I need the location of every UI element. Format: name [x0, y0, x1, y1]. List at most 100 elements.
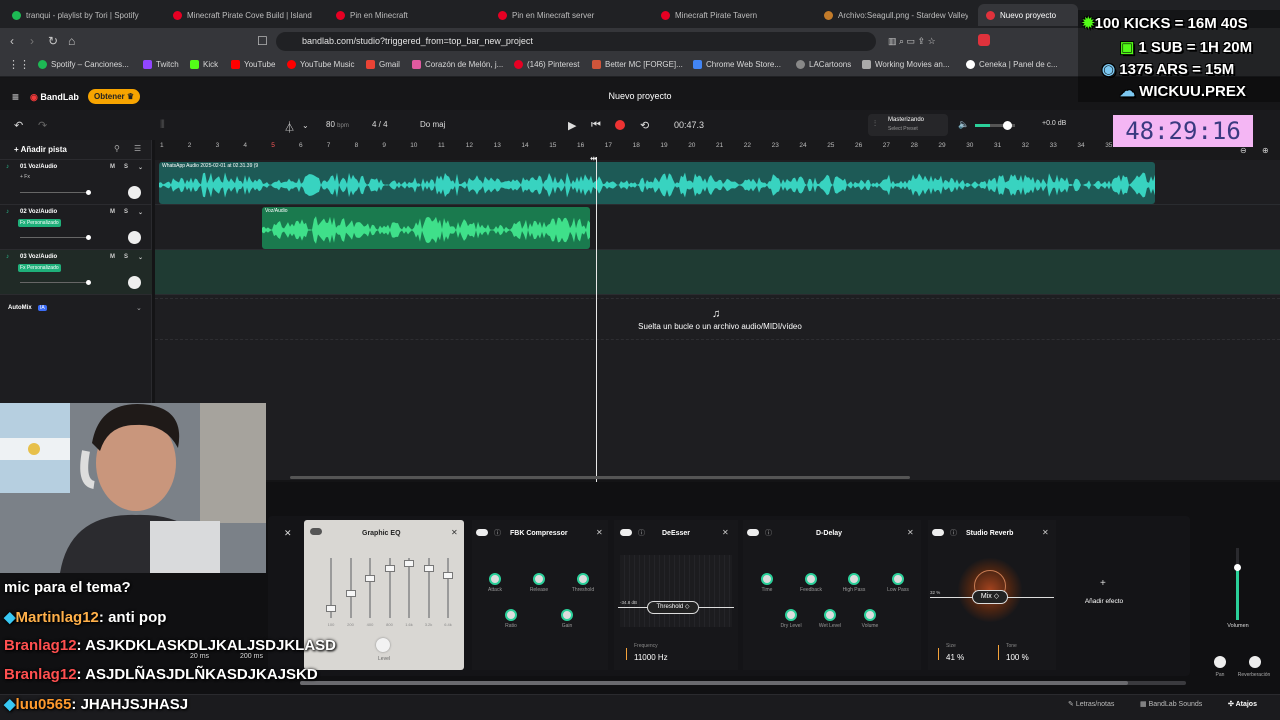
slider-knob[interactable] [86, 190, 91, 195]
close-icon[interactable]: ✕ [907, 528, 914, 537]
playhead-handle-icon[interactable]: ⇹ [590, 154, 597, 163]
delay-knob[interactable] [892, 573, 904, 585]
audio-clip[interactable]: WhatsApp Audio 2025-02-01 at 02.31.39 (9 [159, 162, 1155, 204]
forward-icon[interactable]: › [30, 34, 34, 48]
pan-knob[interactable] [128, 231, 141, 244]
bookmark-item[interactable]: Twitch [143, 60, 179, 69]
compressor-knob[interactable] [533, 573, 545, 585]
close-icon[interactable]: ✕ [451, 528, 458, 537]
delay-knob[interactable] [785, 609, 797, 621]
track-volume-slider[interactable] [20, 192, 88, 193]
bookmark-item[interactable]: Chrome Web Store... [693, 60, 781, 69]
loop-button[interactable]: ⟲ [640, 119, 649, 132]
reverb-send-knob[interactable] [1249, 656, 1261, 668]
volume-meter[interactable] [1234, 548, 1241, 620]
close-icon[interactable]: ✕ [284, 528, 292, 539]
extensions-icon[interactable]: ▥ ⌕ ▭ ⇪ ☆ [888, 36, 936, 47]
compressor-knob[interactable] [577, 573, 589, 585]
undo-icon[interactable]: ↶ [14, 119, 23, 132]
track-header[interactable]: ♪ 02 Voz/Audio Fx Personalizado M S ⌄ [0, 205, 152, 250]
magic-icon[interactable]: ⚲ [114, 144, 120, 153]
key-selector[interactable]: Do maj [420, 120, 445, 129]
bookmark-item[interactable]: YouTube Music [287, 60, 355, 69]
track-header[interactable]: ♪ 01 Voz/Audio + Fx M S ⌄ [0, 160, 152, 205]
mastering-button[interactable]: ⫶ Masterizando Select Preset [868, 114, 948, 136]
chevron-down-icon[interactable]: ⌄ [302, 121, 309, 130]
browser-tab[interactable]: Archivo:Seagull.png - Stardew Valley [816, 4, 968, 26]
apps-grid-icon[interactable]: ⋮⋮ [8, 58, 30, 71]
close-icon[interactable]: ✕ [722, 528, 729, 537]
bookmark-item[interactable]: Gmail [366, 60, 400, 69]
lyrics-button[interactable]: ✎ Letras/notas [1068, 700, 1114, 708]
compressor-knob[interactable] [489, 573, 501, 585]
fx-horizontal-scrollbar[interactable] [300, 681, 1186, 685]
delay-knob[interactable] [824, 609, 836, 621]
menu-icon[interactable]: ≡ [12, 90, 19, 104]
track-lane[interactable]: WhatsApp Audio 2025-02-01 at 02.31.39 (9 [155, 160, 1280, 205]
eq-band-handle[interactable] [423, 565, 434, 572]
frequency-value[interactable]: 11000 Hz [634, 653, 668, 662]
record-button[interactable] [615, 120, 625, 130]
close-icon[interactable]: ✕ [1042, 528, 1049, 537]
zoom-in-icon[interactable]: ⊕ [1262, 146, 1269, 155]
shortcuts-button[interactable]: ✣ Atajos [1228, 700, 1257, 708]
add-effect-button[interactable]: + Añadir efecto [1062, 520, 1146, 670]
time-signature[interactable]: 4 / 4 [372, 120, 388, 129]
timeline-ruler[interactable]: 1 2 3 4 5 6 7 8 9 10 11 12 13 14 15 16 17 18 19 20 21 22 23 24 2… [155, 140, 1280, 160]
eq-band-handle[interactable] [326, 605, 336, 612]
upgrade-button[interactable]: Obtener ♛ [88, 89, 141, 104]
info-icon[interactable]: ⓘ [950, 528, 957, 538]
bypass-toggle[interactable] [476, 529, 488, 536]
track-header-selected[interactable]: ♪ 03 Voz/Audio Fx Personalizado M S ⌄ [0, 250, 152, 295]
bookmark-item[interactable]: Corazón de Melón, j... [412, 60, 503, 69]
chevron-down-icon[interactable]: ⌄ [138, 209, 143, 216]
speaker-icon[interactable]: 🔈 [958, 119, 969, 130]
home-icon[interactable]: ⌂ [68, 34, 75, 48]
mix-handle[interactable]: Mix ◇ [972, 590, 1008, 604]
bypass-toggle[interactable] [932, 529, 944, 536]
fx-add-button[interactable]: + Fx [20, 174, 30, 180]
bookmark-item[interactable]: LACartoons [796, 60, 851, 69]
info-icon[interactable]: ⓘ [765, 528, 772, 538]
browser-tab-active[interactable]: Nuevo proyecto [978, 4, 1078, 26]
bypass-toggle[interactable] [620, 529, 632, 536]
track-lane-selected[interactable] [155, 250, 1280, 295]
eq-band-slider[interactable] [447, 558, 449, 618]
bypass-toggle[interactable] [310, 528, 322, 535]
bookmark-item[interactable]: (146) Pinterest [514, 60, 579, 69]
extension-shield-icon[interactable] [978, 34, 990, 46]
browser-tab[interactable]: tranqui - playlist by Tori | Spotify [4, 4, 162, 26]
tone-value[interactable]: 100 % [1006, 653, 1029, 662]
grid-icon[interactable]: ⦀ [160, 119, 165, 132]
fx-scroll-thumb[interactable] [300, 681, 1128, 685]
bandlab-logo[interactable]: ◉ BandLab [30, 92, 79, 103]
delay-knob[interactable] [848, 573, 860, 585]
horizontal-scrollbar[interactable] [290, 476, 910, 479]
bookmark-item[interactable]: Spotify – Canciones... [38, 60, 129, 69]
list-icon[interactable]: ☰ [134, 144, 141, 153]
info-icon[interactable]: ⓘ [638, 528, 645, 538]
reload-icon[interactable]: ↻ [48, 34, 58, 48]
mute-button[interactable]: M [110, 164, 115, 170]
close-icon[interactable]: ✕ [596, 528, 603, 537]
eq-band-handle[interactable] [384, 565, 395, 572]
level-knob[interactable] [376, 638, 390, 652]
eq-band-slider[interactable] [408, 558, 410, 618]
mute-button[interactable]: M [110, 209, 115, 215]
play-button[interactable]: ▶ [568, 119, 576, 132]
track-volume-slider[interactable] [20, 237, 88, 238]
bookmark-icon[interactable]: ☐ [257, 34, 268, 48]
playhead[interactable] [596, 157, 597, 482]
delay-knob[interactable] [805, 573, 817, 585]
tempo-value[interactable]: 80 bpm [326, 120, 349, 129]
url-input[interactable]: bandlab.com/studio?triggered_from=top_ba… [276, 32, 876, 51]
info-icon[interactable]: ⓘ [494, 528, 501, 538]
zoom-out-icon[interactable]: ⊖ [1240, 146, 1247, 155]
volume-knob[interactable] [1003, 121, 1012, 130]
bookmark-item[interactable]: YouTube [231, 60, 275, 69]
bookmark-item[interactable]: Working Movies an... [862, 60, 950, 69]
eq-band-handle[interactable] [443, 572, 453, 579]
chevron-down-icon[interactable]: ⌄ [138, 254, 143, 261]
delay-knob[interactable] [761, 573, 773, 585]
metronome-icon[interactable]: ⏃ [284, 119, 295, 135]
